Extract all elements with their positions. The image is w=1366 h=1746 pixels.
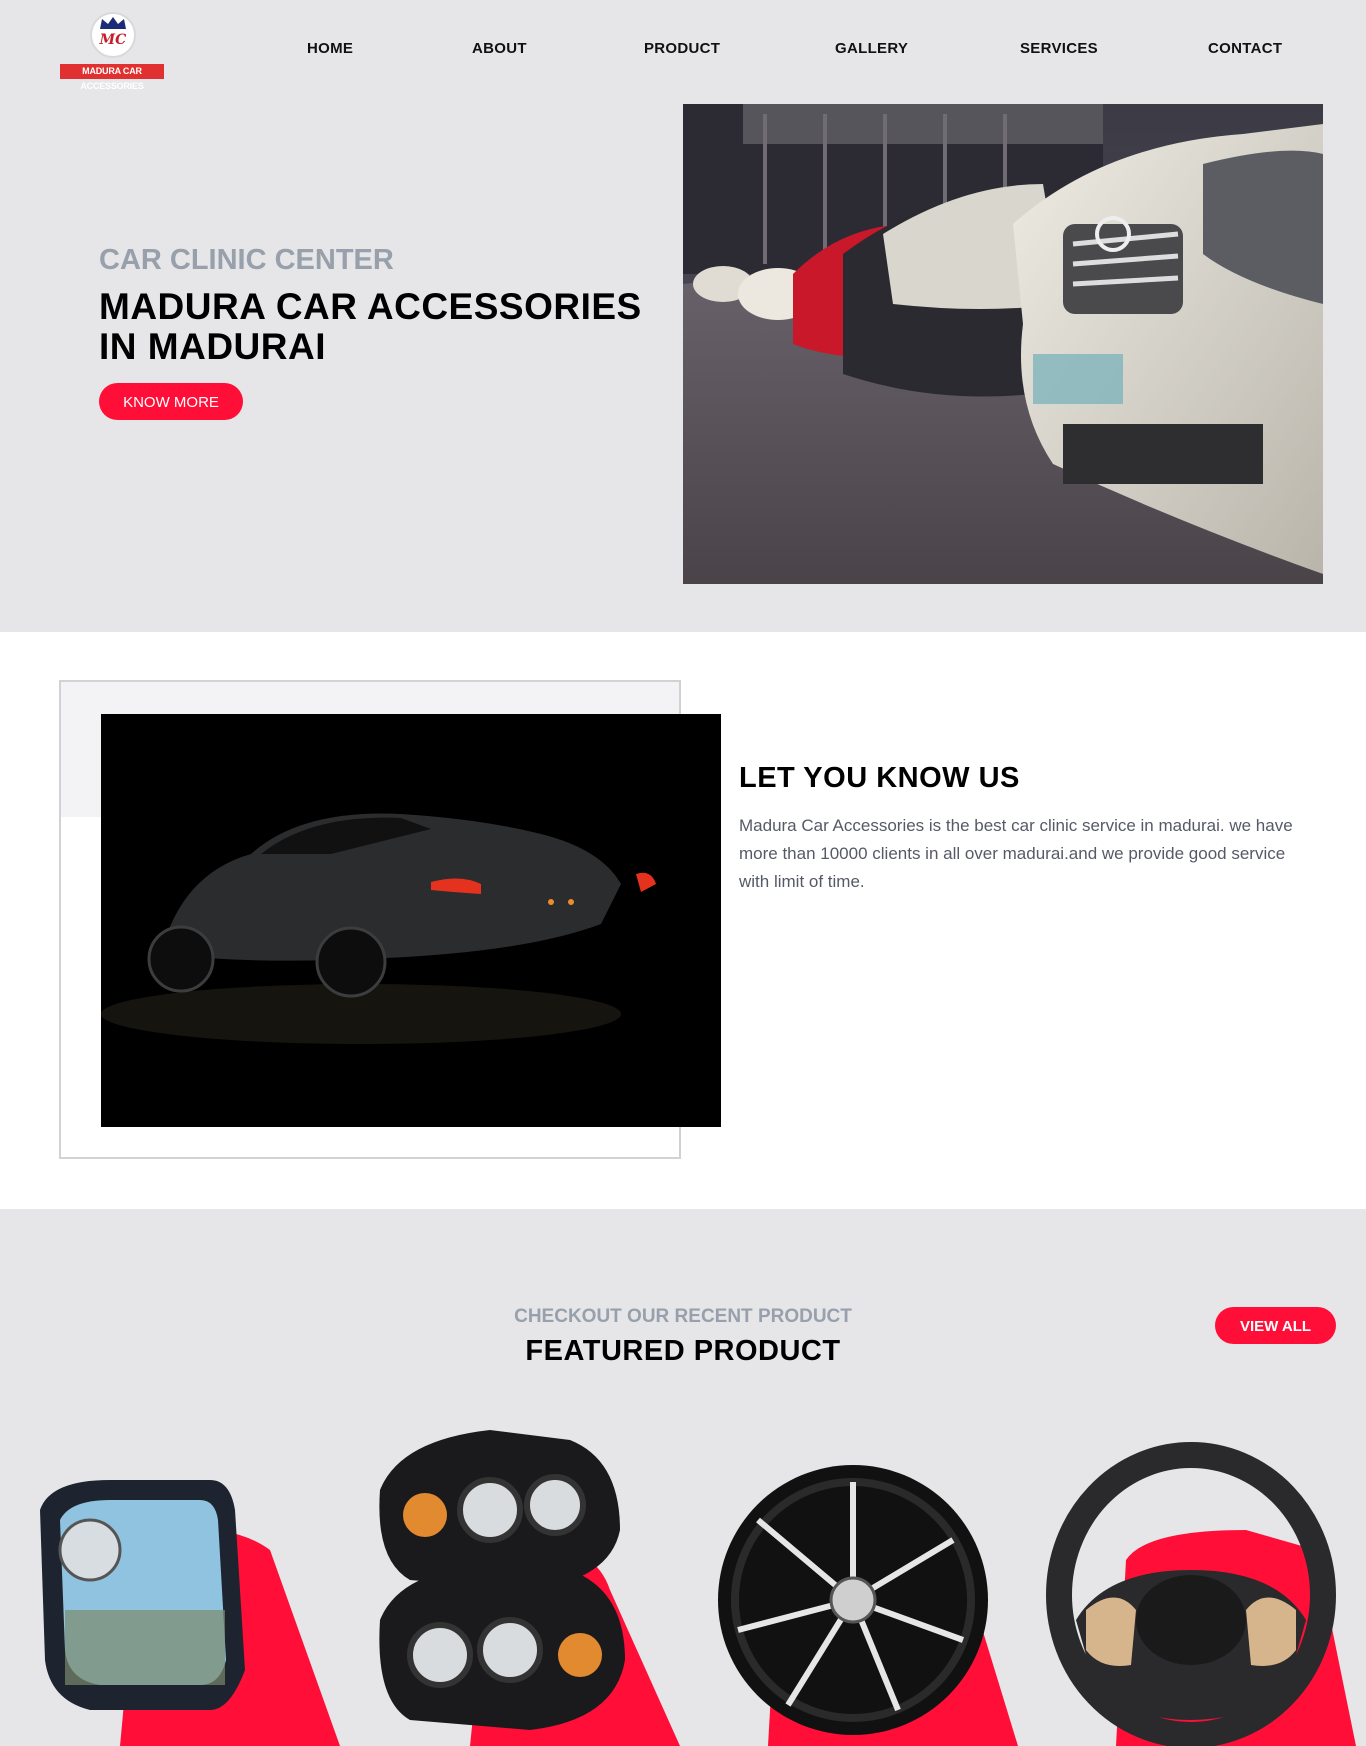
about-text: Madura Car Accessories is the best car c…	[739, 816, 1293, 891]
about-section: LET YOU KNOW US Madura Car Accessories i…	[0, 632, 1366, 1209]
logo-initials: MC	[99, 32, 127, 48]
product-steering-wheel[interactable]	[1046, 1420, 1356, 1746]
about-title: LET YOU KNOW US	[739, 762, 1020, 794]
view-all-button[interactable]: VIEW ALL	[1215, 1307, 1336, 1344]
products-subtitle: CHECKOUT OUR RECENT PRODUCT	[514, 1306, 852, 1327]
hero-image	[683, 104, 1323, 584]
alloy-wheel-icon	[718, 1465, 1018, 1746]
nav-about[interactable]: ABOUT	[472, 40, 527, 57]
logo[interactable]: MC MADURA CAR ACCESSORIES	[60, 12, 164, 91]
side-mirror-icon	[40, 1480, 340, 1746]
know-more-button[interactable]: KNOW MORE	[99, 383, 243, 420]
product-side-mirror[interactable]	[30, 1420, 340, 1746]
crown-icon	[100, 17, 126, 29]
product-headlight[interactable]	[370, 1420, 680, 1746]
nav-gallery[interactable]: GALLERY	[835, 40, 908, 57]
logo-text: MADURA CAR ACCESSORIES	[60, 64, 164, 91]
hero-subtitle: CAR CLINIC CENTER	[99, 244, 394, 276]
about-car-image	[101, 714, 721, 1127]
nav-contact[interactable]: CONTACT	[1208, 40, 1282, 57]
products-title: FEATURED PRODUCT	[525, 1335, 841, 1367]
headlight-icon	[379, 1430, 680, 1746]
product-alloy-wheel[interactable]	[708, 1420, 1018, 1746]
nav-home[interactable]: HOME	[307, 40, 353, 57]
nav-services[interactable]: SERVICES	[1020, 40, 1098, 57]
nav-product[interactable]: PRODUCT	[644, 40, 720, 57]
hero-title: MADURA CAR ACCESSORIES IN MADURAI	[99, 286, 642, 367]
steering-wheel-icon	[1046, 1442, 1356, 1746]
site-header: MC MADURA CAR ACCESSORIES HOME ABOUT PRO…	[0, 0, 1366, 100]
